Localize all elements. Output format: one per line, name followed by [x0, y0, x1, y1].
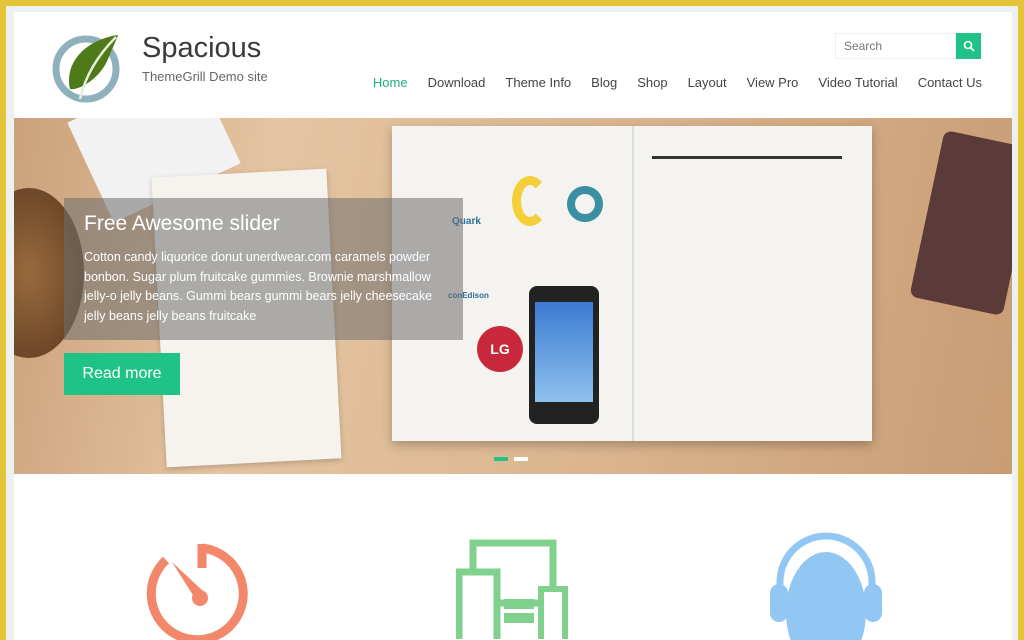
site-title[interactable]: Spacious [142, 32, 261, 65]
headset-support-icon [770, 532, 882, 640]
search-input[interactable] [835, 33, 956, 59]
search-form [835, 33, 981, 59]
search-button[interactable] [956, 33, 981, 59]
nav-theme-info[interactable]: Theme Info [505, 75, 571, 90]
slide-title: Free Awesome slider [84, 212, 280, 235]
main-navigation: Home Download Theme Info Blog Shop Layou… [373, 75, 982, 90]
slider-dot-2[interactable] [514, 457, 528, 461]
speedometer-icon [146, 543, 248, 640]
site-logo[interactable] [50, 29, 126, 105]
responsive-devices-icon [456, 539, 568, 639]
search-icon [963, 40, 975, 52]
slide-image-phone [529, 286, 599, 424]
read-more-button[interactable]: Read more [64, 353, 180, 395]
slide-image-book: Quark conEdison LG [392, 126, 872, 441]
nav-contact-us[interactable]: Contact Us [918, 75, 982, 90]
nav-shop[interactable]: Shop [637, 75, 667, 90]
nav-home[interactable]: Home [373, 75, 408, 90]
site-tagline: ThemeGrill Demo site [142, 69, 268, 84]
logo-lg: LG [477, 326, 523, 372]
nav-view-pro[interactable]: View Pro [747, 75, 799, 90]
hero-slider[interactable]: Quark conEdison LG Free Awesome slider C… [14, 118, 1012, 474]
nav-video-tutorial[interactable]: Video Tutorial [818, 75, 897, 90]
slide-image-tablet [909, 129, 1012, 317]
slide-description: Cotton candy liquorice donut unerdwear.c… [84, 250, 433, 323]
slider-dot-1[interactable] [494, 457, 508, 461]
slide-caption: Free Awesome slider Cotton candy liquori… [64, 198, 463, 340]
nav-blog[interactable]: Blog [591, 75, 617, 90]
slider-pager [494, 457, 528, 461]
page: Spacious ThemeGrill Demo site Home Downl… [14, 12, 1012, 640]
nav-layout[interactable]: Layout [688, 75, 727, 90]
nav-download[interactable]: Download [428, 75, 486, 90]
